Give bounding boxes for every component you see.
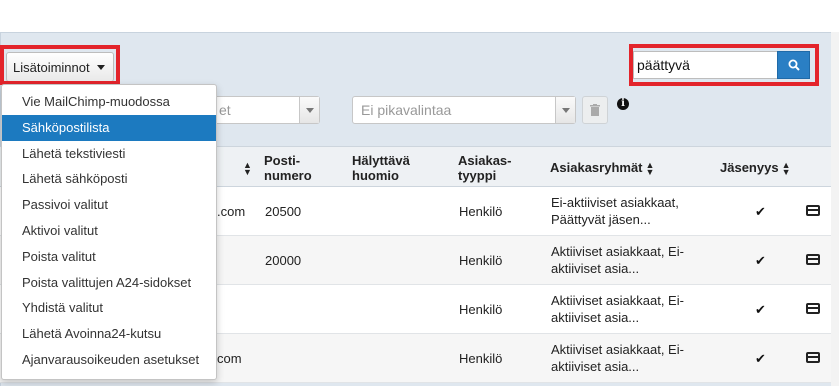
email-cell: .com <box>217 204 246 219</box>
quick-select[interactable]: Ei pikavalintaa <box>352 96 576 124</box>
groups-cell: Aktiiviset asiakkaat, Ei-aktiiviset asia… <box>551 243 684 277</box>
actions-button-label: Lisätoiminnot <box>13 59 90 75</box>
groups-line1: Aktiiviset asiakkaat, Ei- <box>551 244 684 259</box>
type-cell: Henkilö <box>459 204 503 219</box>
groups-cell: Ei-aktiiviset asiakkaat, Päättyvät jäsen.… <box>551 194 679 228</box>
search-button[interactable] <box>777 51 810 79</box>
check-icon: ✔ <box>755 351 766 366</box>
col-header-type-line1: Asiakas- <box>458 153 512 168</box>
email-cell: com <box>217 351 242 366</box>
sort-icon: ▲ ▼ <box>645 159 655 177</box>
menu-item-send-avoinna24-invite[interactable]: Lähetä Avoinna24-kutsu <box>2 321 216 347</box>
chevron-down-icon <box>299 97 319 123</box>
groups-line2: Päättyvät jäsen... <box>551 212 651 227</box>
delete-filter-button[interactable] <box>582 96 608 124</box>
search-box <box>633 51 810 79</box>
groups-line1: Aktiiviset asiakkaat, Ei- <box>551 293 684 308</box>
menu-item-merge[interactable]: Yhdistä valitut <box>2 295 216 321</box>
chevron-down-icon <box>555 97 575 123</box>
col-header-partial[interactable]: ▲ ▼ <box>240 160 252 176</box>
col-header-type-line2: tyyppi <box>458 168 497 183</box>
groups-line2: aktiiviset asia... <box>551 359 640 374</box>
card-icon[interactable] <box>806 303 820 314</box>
menu-item-delete[interactable]: Poista valitut <box>2 244 216 270</box>
col-header-membership[interactable]: Jäsenyys ▲ ▼ <box>720 160 790 176</box>
trash-icon <box>590 104 600 116</box>
col-header-alert-line2: huomio <box>352 168 399 183</box>
groups-cell: Aktiiviset asiakkaat, Ei-aktiiviset asia… <box>551 292 684 326</box>
quick-select-value: Ei pikavalintaa <box>361 102 452 118</box>
sort-icon: ▲ ▼ <box>781 159 791 177</box>
check-icon: ✔ <box>755 302 766 317</box>
menu-item-send-sms[interactable]: Lähetä tekstiviesti <box>2 141 216 167</box>
menu-item-booking-permissions[interactable]: Ajanvarausoikeuden asetukset <box>2 347 216 373</box>
groups-line1: Ei-aktiiviset asiakkaat, <box>551 195 679 210</box>
menu-item-export-mailchimp[interactable]: Vie MailChimp-muodossa <box>2 89 216 115</box>
col-header-alert-line1: Hälyttävä <box>352 153 410 168</box>
menu-item-deactivate[interactable]: Passivoi valitut <box>2 192 216 218</box>
check-icon: ✔ <box>755 204 766 219</box>
postal-cell: 20000 <box>265 253 302 268</box>
card-icon[interactable] <box>806 205 820 216</box>
type-cell: Henkilö <box>459 302 503 317</box>
groups-cell: Aktiiviset asiakkaat, Ei-aktiiviset asia… <box>551 341 684 375</box>
groups-line2: aktiiviset asia... <box>551 261 640 276</box>
col-header-groups-label: Asiakasryhmät <box>550 160 643 175</box>
card-icon[interactable] <box>806 254 820 265</box>
col-header-groups[interactable]: Asiakasryhmät ▲ ▼ <box>550 160 654 176</box>
col-header-postal[interactable]: Posti- numero <box>264 153 312 183</box>
col-header-alert[interactable]: Hälyttävä huomio <box>352 153 410 183</box>
col-header-postal-line1: Posti- <box>264 153 301 168</box>
actions-dropdown-button[interactable]: Lisätoiminnot <box>6 52 114 82</box>
type-cell: Henkilö <box>459 253 503 268</box>
col-header-type[interactable]: Asiakas- tyyppi <box>458 153 511 183</box>
check-icon: ✔ <box>755 253 766 268</box>
panel-edge <box>831 32 839 386</box>
col-header-membership-label: Jäsenyys <box>720 160 779 175</box>
caret-down-icon <box>96 64 105 70</box>
groups-line2: aktiiviset asia... <box>551 310 640 325</box>
info-icon[interactable]: i <box>617 98 629 110</box>
card-icon[interactable] <box>806 352 820 363</box>
menu-item-remove-a24-links[interactable]: Poista valittujen A24-sidokset <box>2 270 216 296</box>
menu-item-activate[interactable]: Aktivoi valitut <box>2 218 216 244</box>
menu-item-email-list[interactable]: Sähköpostilista <box>2 114 216 141</box>
menu-item-send-email[interactable]: Lähetä sähköposti <box>2 166 216 192</box>
col-header-postal-line2: numero <box>264 168 312 183</box>
search-icon <box>788 59 800 71</box>
postal-cell: 20500 <box>265 204 302 219</box>
search-input[interactable] <box>633 51 777 79</box>
type-cell: Henkilö <box>459 351 503 366</box>
actions-menu: Vie MailChimp-muodossa Sähköpostilista L… <box>1 84 217 380</box>
groups-line1: Aktiiviset asiakkaat, Ei- <box>551 342 684 357</box>
